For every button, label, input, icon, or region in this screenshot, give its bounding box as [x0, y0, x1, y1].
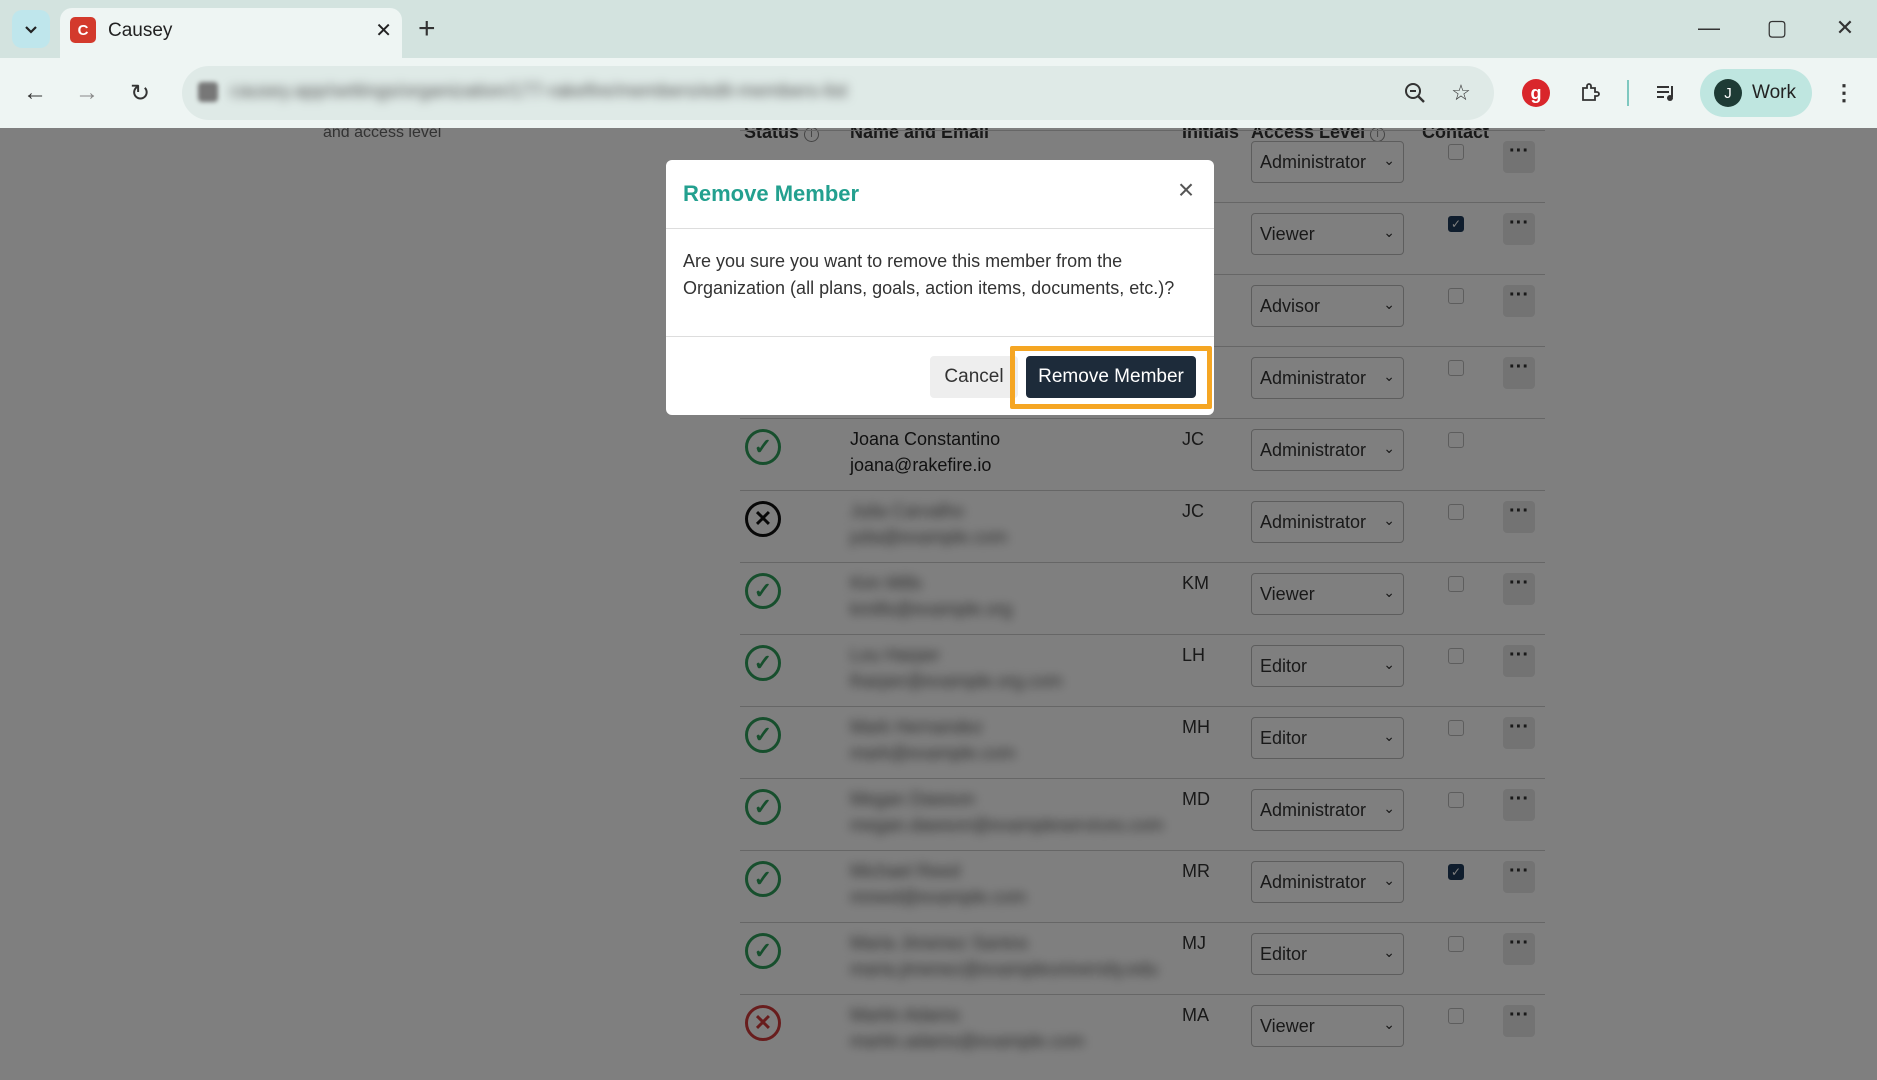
minimize-icon[interactable]: —: [1686, 8, 1732, 48]
highlight-box: [1010, 346, 1212, 409]
tab-close-icon[interactable]: ✕: [375, 18, 392, 43]
causey-favicon-icon: C: [70, 17, 96, 43]
dialog-title: Remove Member: [683, 181, 860, 206]
dialog-divider: [666, 228, 1214, 229]
site-info-icon[interactable]: [198, 82, 218, 102]
media-controls-icon[interactable]: [1649, 75, 1685, 111]
zoom-icon[interactable]: [1400, 78, 1430, 108]
dialog-divider: [666, 336, 1214, 337]
extensions-puzzle-icon[interactable]: [1572, 75, 1608, 111]
profile-button[interactable]: J Work: [1700, 69, 1812, 117]
profile-label: Work: [1752, 82, 1796, 103]
bookmark-star-icon[interactable]: ☆: [1446, 78, 1476, 108]
browser-toolbar: ← → ↻ causey.app/settings/organization/1…: [0, 58, 1877, 128]
forward-arrow-icon[interactable]: →: [69, 75, 105, 111]
address-bar[interactable]: causey.app/settings/organization/177-rak…: [182, 66, 1494, 120]
chevron-down-icon: [25, 26, 37, 34]
dialog-message: Are you sure you want to remove this mem…: [683, 251, 1175, 298]
reload-icon[interactable]: ↻: [122, 75, 158, 111]
browser-menu-icon[interactable]: ⋮: [1826, 75, 1862, 111]
window-close-icon[interactable]: ✕: [1822, 8, 1868, 48]
cancel-button[interactable]: Cancel: [930, 356, 1018, 398]
tab-search-button[interactable]: [12, 10, 50, 48]
browser-tab-bar: C Causey ✕ + — ▢ ✕: [0, 0, 1877, 60]
maximize-icon[interactable]: ▢: [1754, 8, 1800, 48]
close-icon[interactable]: ×: [1170, 174, 1202, 206]
browser-tab[interactable]: C Causey ✕: [60, 8, 402, 60]
url-text: causey.app/settings/organization/177-rak…: [230, 81, 848, 102]
back-arrow-icon[interactable]: ←: [17, 75, 53, 111]
new-tab-button[interactable]: +: [418, 10, 436, 48]
grammarly-extension-icon[interactable]: g: [1522, 79, 1550, 107]
toolbar-divider: [1627, 80, 1629, 106]
avatar: J: [1714, 79, 1742, 107]
tab-title: Causey: [108, 20, 173, 41]
